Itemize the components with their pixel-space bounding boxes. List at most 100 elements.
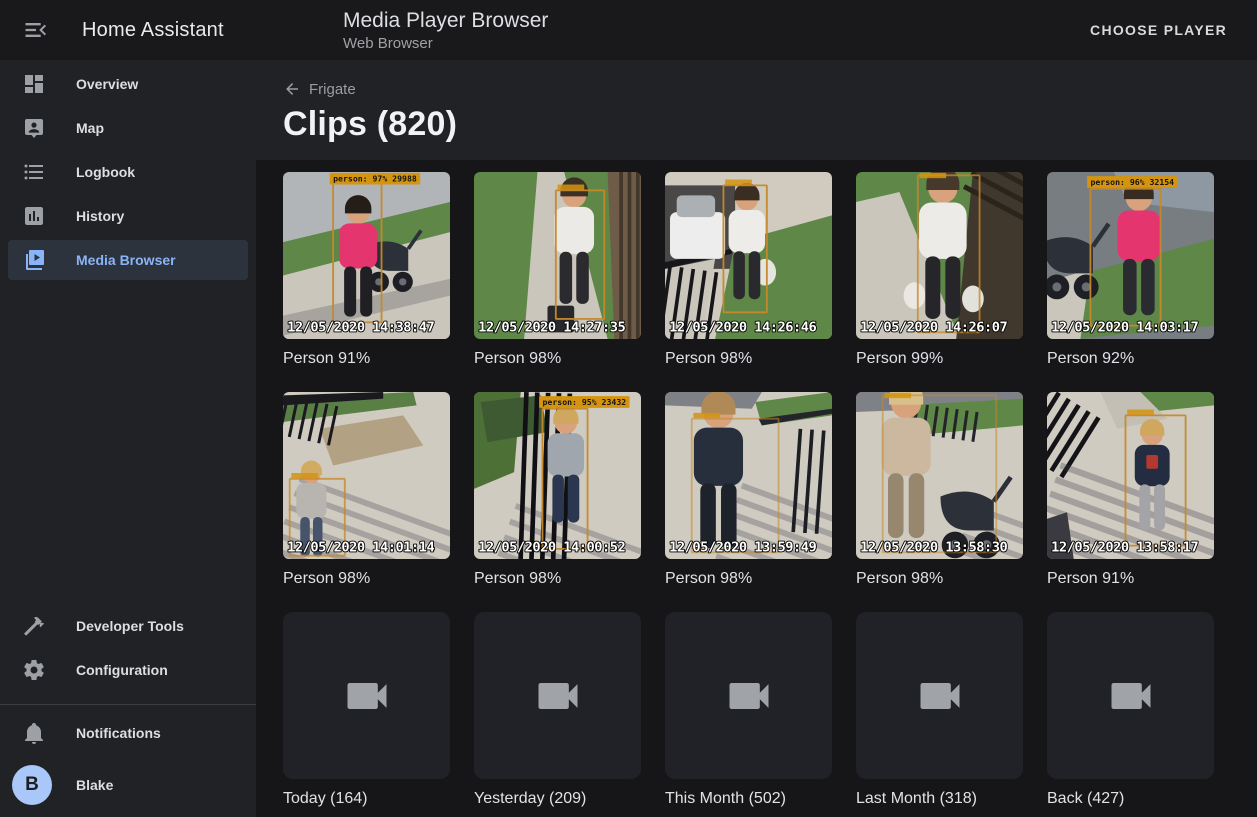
clip-thumbnail[interactable]: person: 97% 29988 12/05/2020 14:38:47 [283,172,450,339]
clip-thumbnail[interactable]: 12/05/2020 13:58:30 [856,392,1023,559]
clip-thumbnail[interactable]: 12/05/2020 13:59:49 [665,392,832,559]
svg-text:person: 97% 29988: person: 97% 29988 [333,174,417,184]
clip-thumbnail[interactable]: 12/05/2020 14:26:07 [856,172,1023,339]
clip-thumbnail[interactable]: 12/05/2020 14:01:14 [283,392,450,559]
video-icon [914,670,966,722]
sidebar: Overview Map Logbook History Media Brows… [0,60,256,817]
logbook-icon [22,160,46,184]
top-app-bar: Home Assistant Media Player Browser Web … [0,0,1257,60]
sidebar-item-configuration[interactable]: Configuration [8,650,248,690]
clip-thumbnail[interactable]: 12/05/2020 13:58:17 [1047,392,1214,559]
folder-label: Back (427) [1047,790,1214,810]
sidebar-item-label: Overview [76,76,138,92]
clips-scroll-area[interactable]: person: 97% 29988 12/05/2020 14:38:47 Per… [256,160,1257,817]
user-name: Blake [76,777,113,793]
map-icon [22,116,46,140]
folder-tile[interactable] [474,612,641,779]
video-icon [341,670,393,722]
sidebar-footer-nav: Developer Tools Configuration [0,602,256,694]
media-browser-icon [22,248,46,272]
clip-caption: Person 98% [665,350,832,370]
app-title: Home Assistant [82,19,224,42]
svg-text:person: 96% 32154: person: 96% 32154 [1090,177,1174,187]
clip-caption: Person 99% [856,350,1023,370]
history-icon [22,204,46,228]
notifications-bell-icon [22,721,46,745]
sidebar-item-profile[interactable]: B Blake [8,759,248,811]
dashboard-icon [22,72,46,96]
folder-label: This Month (502) [665,790,832,810]
svg-text:12/05/2020 14:26:07: 12/05/2020 14:26:07 [860,319,1007,335]
sidebar-nav: Overview Map Logbook History Media Brows… [0,60,256,284]
folder-card: This Month (502) [665,612,832,810]
user-avatar: B [12,765,52,805]
sidebar-item-media-browser[interactable]: Media Browser [8,240,248,280]
clip-caption: Person 91% [1047,570,1214,590]
clip-card: person: 95% 23432 12/05/2020 14:00:52 Per… [474,392,641,590]
clip-caption: Person 98% [474,570,641,590]
folder-card: Today (164) [283,612,450,810]
clip-caption: Person 91% [283,350,450,370]
clip-card: person: 97% 29988 12/05/2020 14:38:47 Per… [283,172,450,370]
clip-thumbnail[interactable]: 12/05/2020 14:26:46 [665,172,832,339]
notifications-icon [22,721,46,745]
clip-thumbnail[interactable]: 12/05/2020 14:27:35 [474,172,641,339]
sidebar-item-label: Developer Tools [76,618,184,634]
svg-text:12/05/2020 13:58:17: 12/05/2020 13:58:17 [1051,539,1198,555]
clips-grid: person: 97% 29988 12/05/2020 14:38:47 Per… [283,172,1241,810]
sidebar-toggle-button[interactable] [16,10,56,50]
folder-tile[interactable] [1047,612,1214,779]
clip-card: 12/05/2020 14:27:35 Person 98% [474,172,641,370]
folder-card: Back (427) [1047,612,1214,810]
dialog-header: Media Player Browser Web Browser [343,8,548,53]
sidebar-item-label: Logbook [76,164,135,180]
clip-card: 12/05/2020 14:01:14 Person 98% [283,392,450,590]
sidebar-item-history[interactable]: History [8,196,248,236]
media-player-browser-title: Media Player Browser [343,8,548,34]
clip-thumbnail[interactable]: person: 95% 23432 12/05/2020 14:00:52 [474,392,641,559]
choose-player-button[interactable]: CHOOSE PLAYER [1082,14,1235,46]
breadcrumb-back[interactable]: Frigate [283,60,356,98]
clip-caption: Person 98% [856,570,1023,590]
clip-card: 12/05/2020 14:26:46 Person 98% [665,172,832,370]
clip-card: 12/05/2020 13:59:49 Person 98% [665,392,832,590]
clip-card: person: 96% 3215412/05/2020 14:03:17 Per… [1047,172,1214,370]
dashboard-icon [22,72,46,96]
svg-text:12/05/2020 14:27:35: 12/05/2020 14:27:35 [478,319,625,335]
folder-tile[interactable] [856,612,1023,779]
sidebar-spacer [0,284,256,602]
web-browser-subtitle: Web Browser [343,34,548,53]
video-icon [532,670,584,722]
folder-card: Last Month (318) [856,612,1023,810]
sidebar-item-map[interactable]: Map [8,108,248,148]
map-icon [22,116,46,140]
arrow-left-icon [283,80,301,98]
svg-text:person: 95% 23432: person: 95% 23432 [543,397,627,407]
clip-caption: Person 92% [1047,350,1214,370]
svg-text:12/05/2020 13:59:49: 12/05/2020 13:59:49 [669,539,816,555]
clip-card: 12/05/2020 13:58:17 Person 91% [1047,392,1214,590]
folder-tile[interactable] [665,612,832,779]
home-assistant-app: Home Assistant Media Player Browser Web … [0,0,1257,817]
svg-text:12/05/2020 14:00:52: 12/05/2020 14:00:52 [478,539,625,555]
menu-open-icon [22,11,50,49]
folder-tile[interactable] [283,612,450,779]
configuration-icon [22,658,46,682]
sidebar-divider [0,704,256,705]
page-title: Clips (820) [283,105,1257,144]
sidebar-item-developer-tools[interactable]: Developer Tools [8,606,248,646]
notifications-label: Notifications [76,725,161,741]
svg-text:12/05/2020 14:38:47: 12/05/2020 14:38:47 [287,319,434,335]
folder-label: Last Month (318) [856,790,1023,810]
clip-thumbnail[interactable]: person: 96% 3215412/05/2020 14:03:17 [1047,172,1214,339]
svg-text:12/05/2020 14:26:46: 12/05/2020 14:26:46 [669,319,816,335]
clip-caption: Person 98% [283,570,450,590]
sidebar-item-notifications[interactable]: Notifications [8,711,248,755]
media-browser-content: Frigate Clips (820) person: 97% 29988 12/… [256,60,1257,817]
sidebar-item-label: History [76,208,124,224]
developer-tools-icon [22,614,46,638]
sidebar-item-label: Map [76,120,104,136]
sidebar-item-logbook[interactable]: Logbook [8,152,248,192]
configuration-icon [22,658,46,682]
sidebar-item-overview[interactable]: Overview [8,64,248,104]
